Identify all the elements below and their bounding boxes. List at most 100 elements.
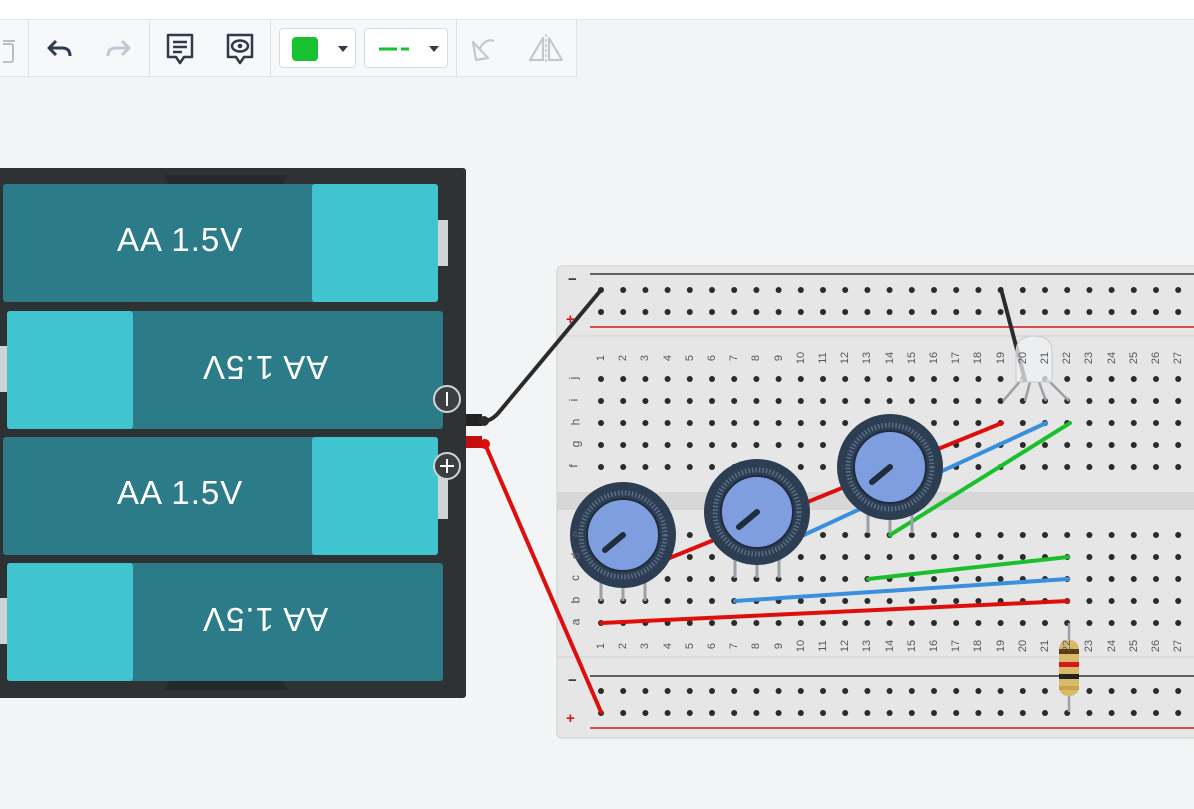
breadboard-hole[interactable] [1175, 554, 1182, 560]
breadboard-hole[interactable] [1153, 576, 1159, 582]
breadboard-hole[interactable] [953, 287, 960, 293]
breadboard-hole[interactable] [775, 442, 782, 448]
breadboard-hole[interactable] [864, 598, 871, 604]
breadboard-hole[interactable] [997, 532, 1004, 538]
breadboard-hole[interactable] [997, 710, 1004, 716]
breadboard-hole[interactable] [908, 554, 915, 560]
breadboard-hole[interactable] [1153, 620, 1159, 626]
breadboard-hole[interactable] [1175, 309, 1182, 315]
breadboard-hole[interactable] [797, 554, 804, 560]
circuit-canvas[interactable]: AA 1.5V AA 1.5V AA 1.5V AA 1.5V − + − + … [0, 78, 1194, 809]
breadboard-hole[interactable] [686, 442, 693, 448]
breadboard-hole[interactable] [797, 688, 804, 694]
breadboard-hole[interactable] [709, 309, 715, 315]
breadboard-hole[interactable] [931, 710, 937, 716]
breadboard-hole[interactable] [1086, 598, 1093, 604]
delete-button[interactable] [0, 20, 20, 77]
breadboard-hole[interactable] [1130, 464, 1137, 470]
breadboard-hole[interactable] [820, 309, 826, 315]
wire-style-dropdown[interactable] [364, 28, 448, 68]
breadboard-hole[interactable] [842, 710, 849, 716]
breadboard-hole[interactable] [1175, 464, 1182, 470]
breadboard-hole[interactable] [620, 376, 627, 382]
breadboard-hole[interactable] [908, 688, 915, 694]
breadboard-hole[interactable] [1130, 688, 1137, 694]
breadboard-hole[interactable] [709, 442, 715, 448]
breadboard-hole[interactable] [731, 287, 738, 293]
breadboard-hole[interactable] [598, 309, 604, 315]
breadboard-hole[interactable] [1019, 554, 1026, 560]
breadboard-hole[interactable] [842, 620, 849, 626]
breadboard-hole[interactable] [975, 398, 982, 404]
breadboard-hole[interactable] [1042, 287, 1048, 293]
breadboard-hole[interactable] [1153, 376, 1159, 382]
breadboard-hole[interactable] [842, 287, 849, 293]
notes-button[interactable] [160, 20, 200, 77]
breadboard-hole[interactable] [997, 309, 1004, 315]
breadboard-hole[interactable] [820, 420, 826, 426]
breadboard-hole[interactable] [797, 620, 804, 626]
breadboard-hole[interactable] [997, 576, 1004, 582]
breadboard-hole[interactable] [775, 710, 782, 716]
breadboard-hole[interactable] [908, 576, 915, 582]
breadboard-hole[interactable] [797, 710, 804, 716]
breadboard-hole[interactable] [1153, 309, 1159, 315]
breadboard-hole[interactable] [1153, 688, 1159, 694]
breadboard-hole[interactable] [598, 464, 604, 470]
breadboard-hole[interactable] [864, 620, 871, 626]
breadboard-hole[interactable] [1175, 376, 1182, 382]
breadboard-hole[interactable] [709, 598, 715, 604]
breadboard-hole[interactable] [731, 420, 738, 426]
breadboard-hole[interactable] [1019, 309, 1026, 315]
breadboard-hole[interactable] [620, 464, 627, 470]
breadboard-hole[interactable] [731, 620, 738, 626]
breadboard-hole[interactable] [842, 554, 849, 560]
breadboard-hole[interactable] [820, 398, 826, 404]
breadboard-hole[interactable] [820, 576, 826, 582]
breadboard-hole[interactable] [1130, 376, 1137, 382]
breadboard-hole[interactable] [797, 598, 804, 604]
breadboard-hole[interactable] [1108, 688, 1115, 694]
breadboard-hole[interactable] [975, 554, 982, 560]
breadboard-hole[interactable] [1153, 532, 1159, 538]
breadboard-hole[interactable] [953, 598, 960, 604]
breadboard-hole[interactable] [953, 398, 960, 404]
breadboard-hole[interactable] [931, 576, 937, 582]
breadboard-hole[interactable] [598, 420, 604, 426]
breadboard-hole[interactable] [931, 376, 937, 382]
breadboard-hole[interactable] [975, 620, 982, 626]
flip-button[interactable] [524, 20, 568, 77]
breadboard-hole[interactable] [686, 464, 693, 470]
breadboard-hole[interactable] [620, 442, 627, 448]
breadboard-hole[interactable] [1064, 464, 1071, 470]
breadboard-hole[interactable] [886, 598, 893, 604]
breadboard-hole[interactable] [1175, 620, 1182, 626]
breadboard-hole[interactable] [775, 309, 782, 315]
breadboard-hole[interactable] [598, 398, 604, 404]
breadboard-hole[interactable] [1108, 442, 1115, 448]
breadboard-hole[interactable] [664, 376, 671, 382]
breadboard-hole[interactable] [931, 309, 937, 315]
breadboard-hole[interactable] [953, 532, 960, 538]
breadboard-hole[interactable] [842, 309, 849, 315]
breadboard-hole[interactable] [620, 309, 627, 315]
breadboard-hole[interactable] [864, 688, 871, 694]
breadboard-hole[interactable] [1064, 442, 1071, 448]
breadboard-hole[interactable] [731, 442, 738, 448]
breadboard-hole[interactable] [1175, 688, 1182, 694]
breadboard-hole[interactable] [709, 554, 715, 560]
breadboard-hole[interactable] [1042, 688, 1048, 694]
breadboard-hole[interactable] [1086, 287, 1093, 293]
breadboard-hole[interactable] [1086, 420, 1093, 426]
breadboard-hole[interactable] [1175, 442, 1182, 448]
breadboard-hole[interactable] [1019, 710, 1026, 716]
breadboard-hole[interactable] [1019, 688, 1026, 694]
breadboard-hole[interactable] [997, 554, 1004, 560]
breadboard-hole[interactable] [864, 710, 871, 716]
breadboard-hole[interactable] [642, 309, 649, 315]
breadboard-hole[interactable] [842, 576, 849, 582]
breadboard-hole[interactable] [975, 287, 982, 293]
breadboard-hole[interactable] [1064, 287, 1071, 293]
breadboard-hole[interactable] [731, 309, 738, 315]
breadboard-hole[interactable] [1108, 576, 1115, 582]
